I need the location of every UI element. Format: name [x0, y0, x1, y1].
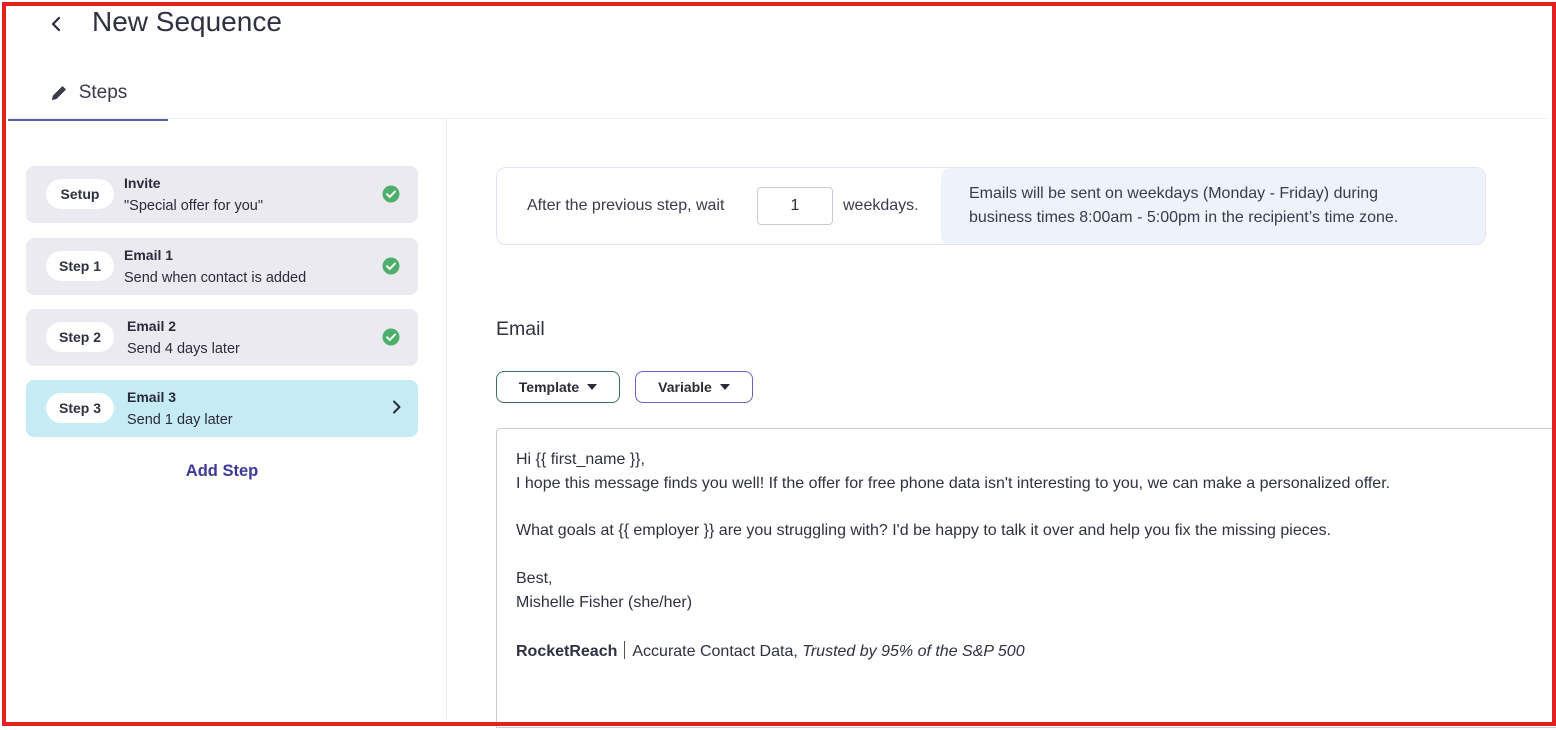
caret-down-icon	[719, 384, 730, 390]
page-title: New Sequence	[92, 6, 282, 37]
step-pill: Step 2	[46, 322, 114, 352]
step-subtitle: Send 4 days later	[127, 341, 240, 357]
email-signature: RocketReach Accurate Contact Data, Truste…	[516, 641, 1025, 661]
tab-steps-label: Steps	[78, 82, 128, 103]
schedule-info-line1: Emails will be sent on weekdays (Monday …	[969, 185, 1379, 202]
wait-days-input[interactable]	[757, 187, 833, 225]
step-subtitle: "Special offer for you"	[124, 198, 263, 214]
pencil-icon	[51, 86, 66, 100]
email-signoff: Best,	[516, 570, 553, 587]
step-1[interactable]: Step 1 Email 1 Send when contact is adde…	[26, 238, 418, 295]
step-pill: Step 1	[46, 251, 114, 281]
template-dropdown[interactable]: Template	[496, 371, 620, 403]
schedule-info: Emails will be sent on weekdays (Monday …	[941, 168, 1485, 244]
variable-label: Variable	[658, 379, 712, 395]
email-signer: Mishelle Fisher (she/her)	[516, 594, 693, 611]
template-label: Template	[518, 379, 580, 395]
step-pill: Step 3	[46, 393, 114, 423]
signature-tagline: Accurate Contact Data,	[632, 643, 798, 660]
wait-suffix: weekdays.	[843, 197, 919, 214]
schedule-info-line2: business times 8:00am - 5:00pm in the re…	[969, 209, 1399, 226]
column-divider	[446, 119, 447, 719]
step-3[interactable]: Step 3 Email 3 Send 1 day later	[26, 380, 418, 437]
add-step-link[interactable]: Add Step	[26, 462, 418, 481]
step-title: Email 2	[127, 318, 177, 334]
step-setup[interactable]: Setup Invite "Special offer for you"	[26, 166, 418, 223]
step-title: Email 1	[124, 247, 174, 263]
step-subtitle: Send when contact is added	[124, 270, 307, 286]
chevron-right-icon	[393, 400, 401, 414]
variable-dropdown[interactable]: Variable	[635, 371, 753, 403]
email-heading: Email	[496, 318, 545, 340]
back-button[interactable]	[44, 10, 68, 38]
signature-tagline-italic: Trusted by 95% of the S&P 500	[802, 643, 1025, 660]
check-circle-icon	[382, 185, 400, 203]
wait-settings: After the previous step, wait weekdays. …	[496, 167, 1486, 245]
chevron-left-icon	[51, 16, 61, 32]
email-body-editor[interactable]: Hi {{ first_name }}, I hope this message…	[496, 428, 1556, 728]
tab-steps[interactable]: Steps	[8, 68, 168, 121]
step-pill: Setup	[46, 179, 114, 209]
caret-down-icon	[587, 384, 598, 390]
step-title: Invite	[124, 175, 161, 191]
signature-separator	[624, 641, 626, 659]
step-subtitle: Send 1 day later	[127, 412, 233, 428]
email-paragraph-1: I hope this message finds you well! If t…	[516, 475, 1391, 492]
header-divider	[8, 118, 1548, 119]
email-paragraph-2: What goals at {{ employer }} are you str…	[516, 522, 1332, 539]
step-2[interactable]: Step 2 Email 2 Send 4 days later	[26, 309, 418, 366]
email-greeting: Hi {{ first_name }},	[516, 451, 645, 468]
check-circle-icon	[382, 328, 400, 346]
check-circle-icon	[382, 257, 400, 275]
wait-prefix: After the previous step, wait	[527, 197, 725, 214]
signature-brand: RocketReach	[516, 643, 618, 660]
step-title: Email 3	[127, 389, 177, 405]
